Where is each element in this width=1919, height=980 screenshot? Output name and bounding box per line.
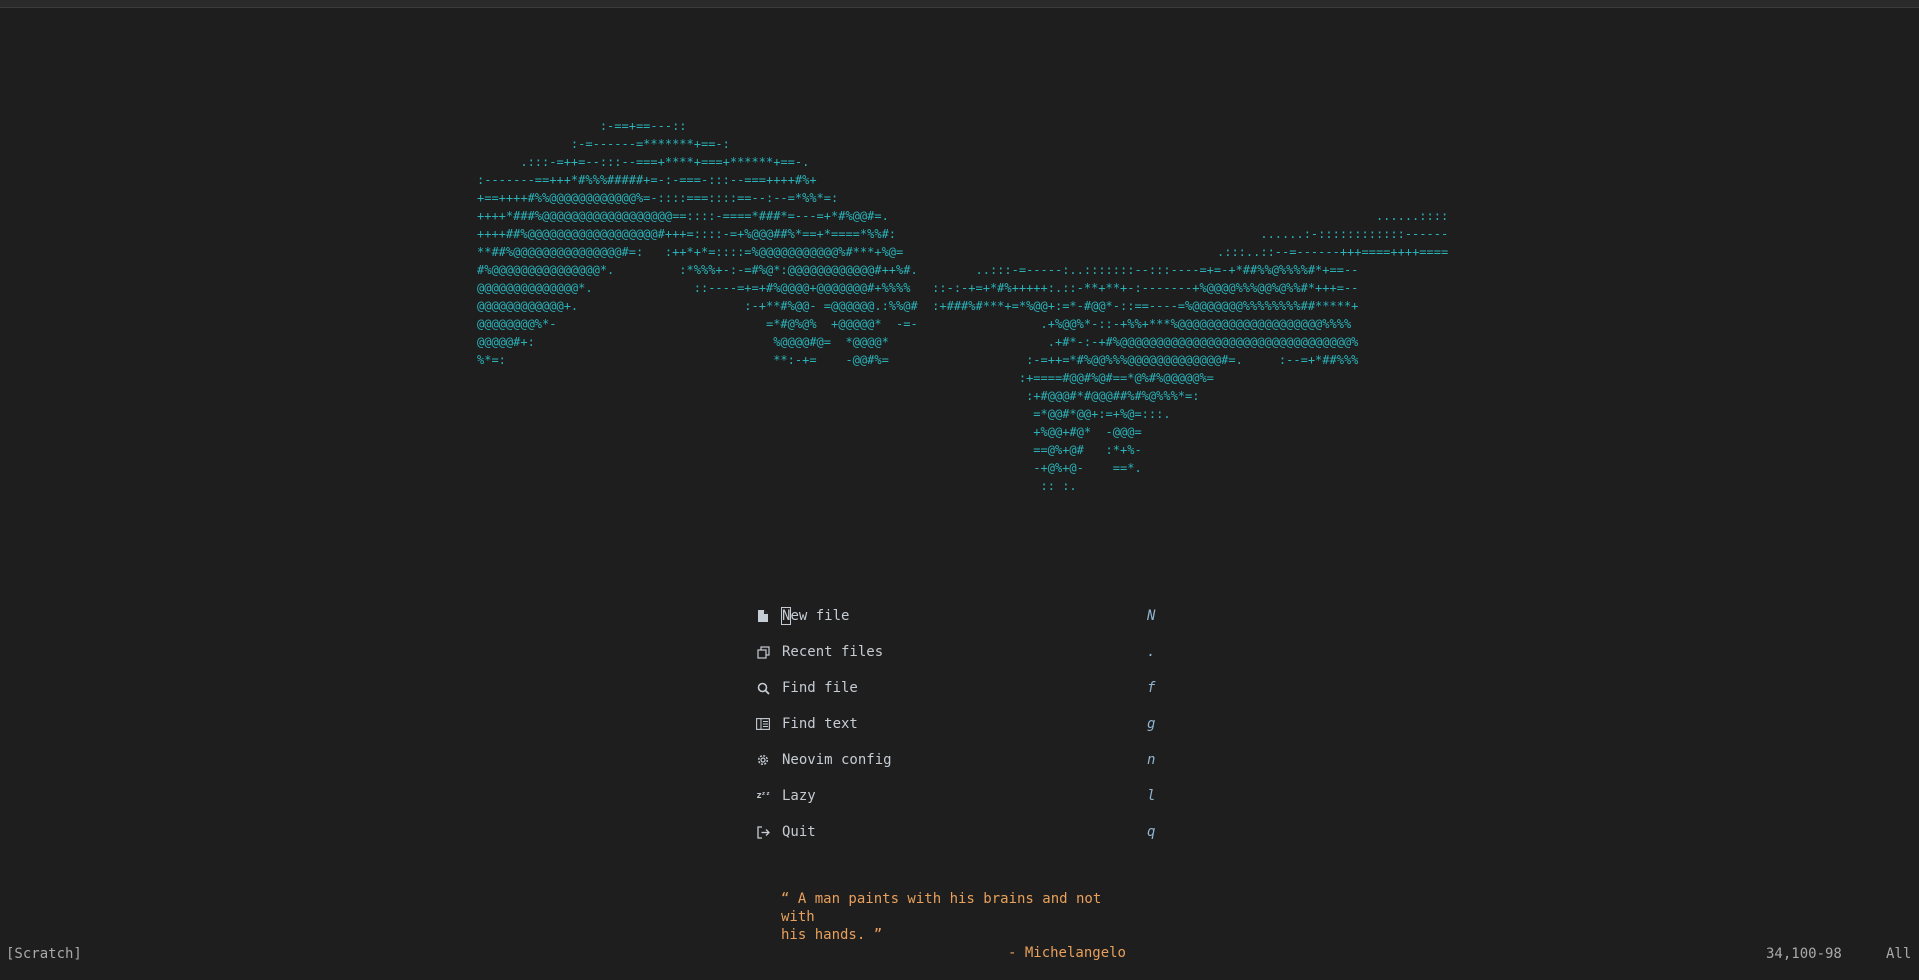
menu-item-key: n: [1147, 752, 1156, 768]
menu-item-key: f: [1147, 680, 1156, 696]
quote-text-line-1: “ A man paints with his brains and not w…: [781, 891, 1102, 925]
menu-item-key: g: [1147, 716, 1156, 732]
menu-item-label: New file: [780, 607, 850, 625]
exit-icon: [754, 823, 772, 841]
cursor-position: 34,100-98: [1766, 946, 1842, 962]
buffer-name: [Scratch]: [6, 946, 82, 962]
dashboard-ascii-art-right: ......:::: ......:-::::::::::::------ .:…: [1217, 209, 1449, 259]
menu-item-label: Find text: [782, 716, 858, 732]
search-icon: [754, 679, 772, 697]
menu-item-label: Neovim config: [782, 752, 892, 768]
menu-item-new-file[interactable]: New file N: [752, 598, 1162, 634]
quote-text-line-2: his hands. ”: [781, 927, 883, 943]
scroll-indicator: All: [1886, 946, 1912, 962]
sleep-icon: zᶻᶻ: [756, 791, 770, 801]
menu-item-label: Lazy: [782, 788, 816, 804]
gear-icon: [754, 751, 772, 769]
menu-item-key: N: [1147, 608, 1156, 624]
dashboard-menu: New file N Recent files . Find file f Fi…: [752, 598, 1162, 850]
copy-icon: [754, 643, 772, 661]
menu-item-find-file[interactable]: Find file f: [752, 670, 1162, 706]
menu-item-quit[interactable]: Quit q: [752, 814, 1162, 850]
menu-item-find-text[interactable]: Find text g: [752, 706, 1162, 742]
menu-item-key: l: [1147, 788, 1156, 804]
menu-item-key: q: [1147, 824, 1156, 840]
dashboard-ascii-art: :-==+==---:: :-=------=*******+==-: .:::…: [477, 119, 1359, 493]
menu-item-key: .: [1147, 644, 1156, 660]
menu-item-label: Find file: [782, 680, 858, 696]
menu-item-label-rest: ew file: [790, 608, 850, 624]
statusline: [Scratch] 34,100-98 All: [0, 944, 1919, 964]
menu-item-neovim-config[interactable]: Neovim config n: [752, 742, 1162, 778]
menu-item-lazy[interactable]: zᶻᶻ Lazy l: [752, 778, 1162, 814]
menu-item-label: Recent files: [782, 644, 884, 660]
text-search-icon: [754, 715, 772, 733]
menu-item-label: Quit: [782, 824, 816, 840]
window-top-border: [0, 0, 1919, 8]
file-icon: [754, 607, 772, 625]
menu-item-recent-files[interactable]: Recent files .: [752, 634, 1162, 670]
